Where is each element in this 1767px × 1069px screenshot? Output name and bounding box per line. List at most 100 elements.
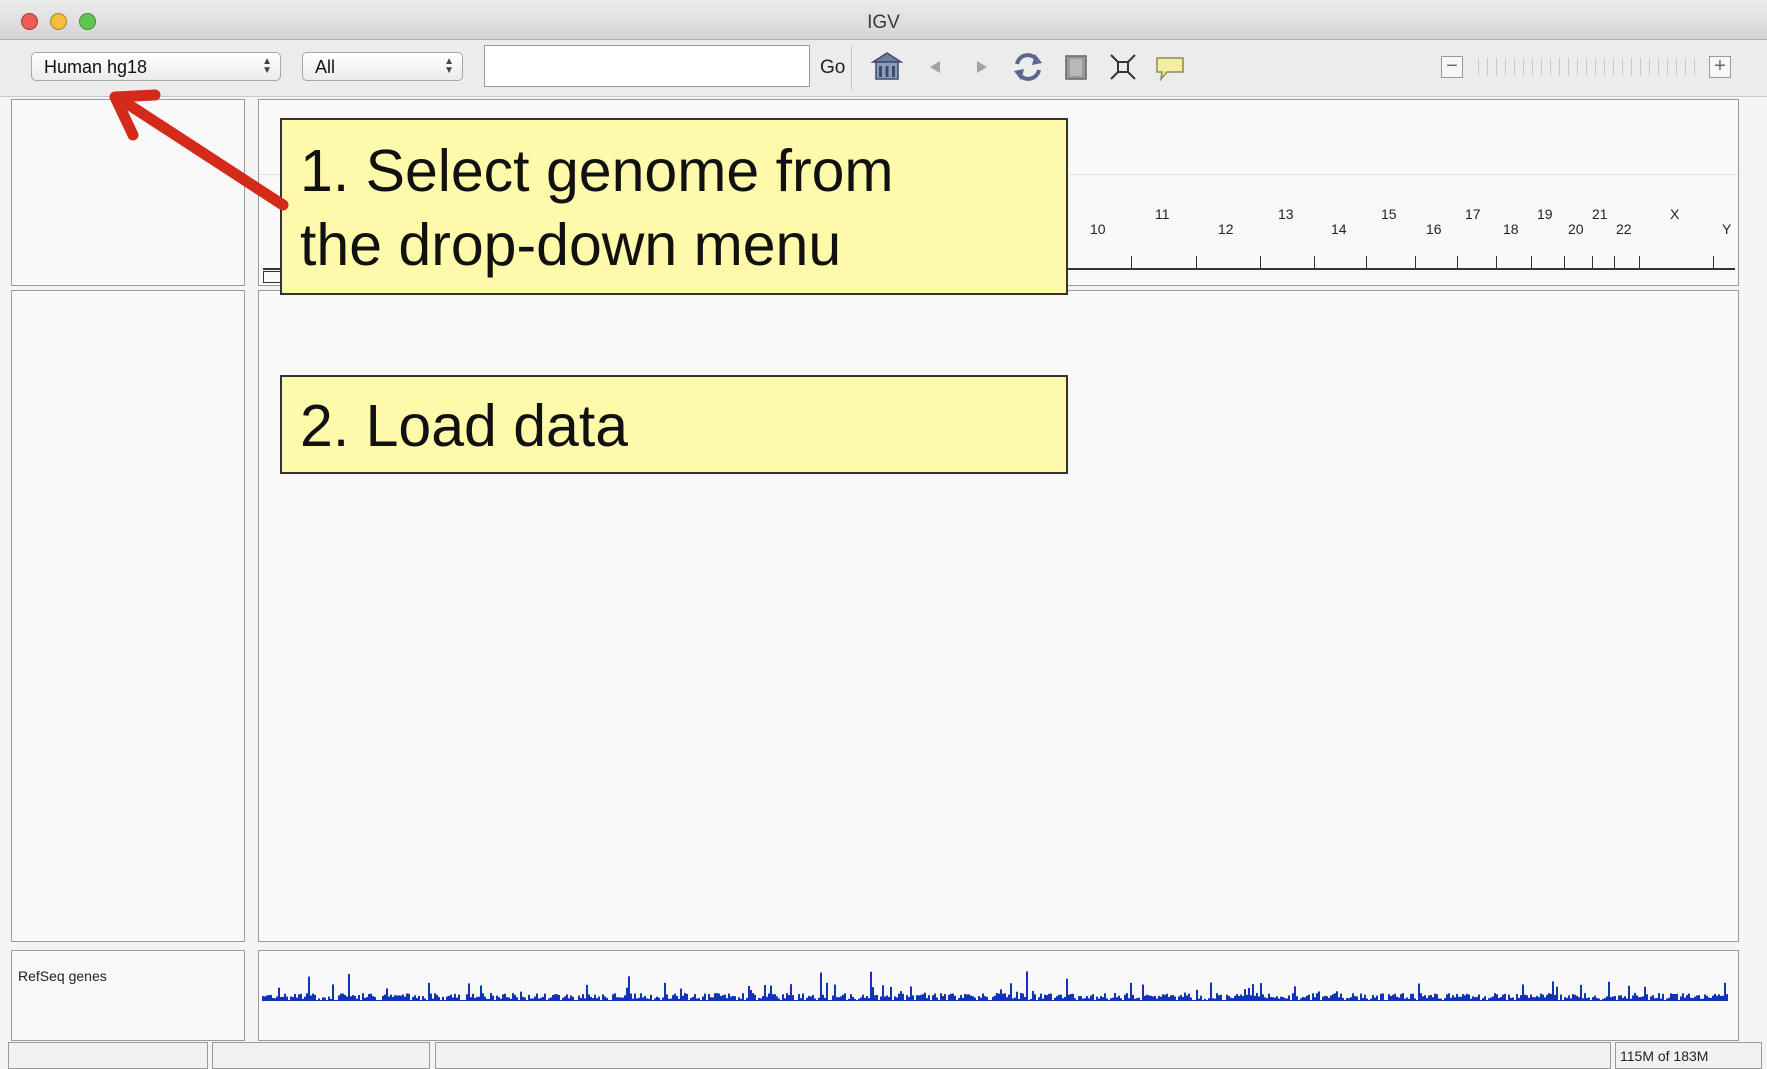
gene-density-bar: [1268, 993, 1270, 1001]
gene-density-bar: [1696, 995, 1698, 1001]
gene-density-bar: [714, 993, 716, 1001]
gene-density-bar: [958, 998, 960, 1001]
track-name-refseq[interactable]: RefSeq genes: [18, 968, 107, 984]
zoom-out-button[interactable]: −: [1441, 56, 1463, 78]
chromosome-label[interactable]: X: [1670, 206, 1679, 222]
zoom-in-button[interactable]: +: [1709, 56, 1731, 78]
region-of-interest-icon[interactable]: [1059, 50, 1093, 84]
chromosome-label[interactable]: 18: [1503, 221, 1519, 237]
gene-density-bar: [750, 990, 752, 1001]
forward-icon[interactable]: [965, 50, 999, 84]
chromosome-label[interactable]: 14: [1331, 221, 1347, 237]
gene-density-bar: [550, 997, 552, 1001]
chromosome-label[interactable]: 20: [1568, 221, 1584, 237]
chromosome-label[interactable]: 11: [1155, 206, 1170, 222]
gene-density-bar: [1584, 993, 1586, 1001]
gene-density-bar: [1406, 997, 1408, 1001]
gene-density-bar: [1180, 994, 1182, 1001]
gene-density-bar: [1356, 996, 1358, 1001]
gene-density-bar: [1062, 998, 1064, 1001]
resize-to-window-icon[interactable]: [1106, 50, 1140, 84]
chromosome-label[interactable]: 19: [1537, 206, 1553, 222]
gene-density-bar: [318, 998, 320, 1001]
gene-density-bar: [1050, 993, 1052, 1001]
gene-density-bar: [1640, 997, 1642, 1001]
chromosome-label[interactable]: 16: [1426, 221, 1442, 237]
gene-density-bar: [1274, 997, 1276, 1001]
gene-density-bar: [1302, 996, 1304, 1001]
gene-density-bar: [664, 982, 666, 1001]
gene-density-bar: [1590, 1000, 1592, 1001]
gene-density-bar: [632, 998, 634, 1001]
gene-density-bar: [752, 993, 754, 1001]
chromosome-label[interactable]: 12: [1218, 221, 1234, 237]
gene-density-bar: [1250, 995, 1252, 1001]
gene-density-bar: [1648, 1000, 1650, 1001]
gene-density-bar: [1530, 994, 1532, 1001]
gene-density-bar: [636, 998, 638, 1001]
gene-density-bar: [1334, 993, 1336, 1001]
gene-density-bar: [820, 972, 822, 1001]
gene-density-bar: [562, 997, 564, 1001]
gene-density-bar: [1520, 995, 1522, 1001]
gene-density-bar: [650, 994, 652, 1001]
gene-density-bar: [1122, 1000, 1124, 1001]
gene-density-bar: [1558, 1000, 1560, 1001]
gene-density-bar: [1686, 995, 1688, 1001]
gene-density-bar: [350, 996, 352, 1001]
gene-density-bar: [1234, 995, 1236, 1001]
gene-density-bar: [1330, 995, 1332, 1001]
gene-density-bar: [758, 997, 760, 1001]
gene-density-bar: [336, 1000, 338, 1001]
zoom-slider[interactable]: [1478, 58, 1696, 76]
gene-density-bar: [1002, 993, 1004, 1001]
gene-density-bar: [890, 986, 892, 1001]
gene-density-bar: [844, 993, 846, 1001]
gene-density-bar: [1608, 981, 1610, 1001]
gene-density-bar: [296, 997, 298, 1001]
go-button[interactable]: Go: [820, 57, 845, 79]
chromosome-label[interactable]: 22: [1616, 221, 1632, 237]
gene-density-bar: [1346, 997, 1348, 1001]
gene-density-bar: [836, 997, 838, 1001]
refresh-icon[interactable]: [1011, 50, 1045, 84]
gene-density-bar: [902, 993, 904, 1001]
gene-density-bar: [884, 996, 886, 1001]
gene-density-bar: [506, 997, 508, 1001]
gene-density-bar: [1082, 998, 1084, 1001]
gene-density-bar: [1318, 991, 1320, 1001]
chromosome-label[interactable]: 17: [1465, 206, 1481, 222]
gene-density-bar: [500, 998, 502, 1001]
chromosome-dropdown[interactable]: All ▲ ▼: [302, 52, 463, 81]
gene-density-bar: [1232, 998, 1234, 1001]
chromosome-label[interactable]: Y: [1722, 221, 1731, 237]
home-icon[interactable]: [870, 50, 904, 84]
genome-dropdown[interactable]: Human hg18 ▲ ▼: [31, 52, 281, 81]
gene-density-bar: [1694, 996, 1696, 1001]
chromosome-label[interactable]: 21: [1592, 206, 1608, 222]
gene-density-bar: [596, 998, 598, 1001]
gene-density-bar: [1600, 1000, 1602, 1001]
gene-density-bar: [448, 995, 450, 1001]
locus-search-input[interactable]: [484, 45, 810, 87]
gene-density-bar: [688, 1000, 690, 1001]
gene-density-bar: [486, 998, 488, 1001]
chromosome-label[interactable]: 10: [1090, 221, 1106, 237]
gene-density-bar: [956, 1000, 958, 1001]
toolbar-separator: [851, 46, 852, 90]
gene-density-bar: [1104, 993, 1106, 1001]
gene-density-bar: [1262, 994, 1264, 1001]
gene-density-bar: [736, 1000, 738, 1001]
gene-density-bar: [654, 998, 656, 1001]
chromosome-label[interactable]: 13: [1278, 206, 1294, 222]
gene-density-bar: [864, 997, 866, 1001]
gene-density-bar: [1450, 997, 1452, 1001]
gene-density-bar: [1402, 993, 1404, 1001]
back-icon[interactable]: [918, 50, 952, 84]
gene-density-bar: [380, 1000, 382, 1001]
gene-density-bar: [826, 982, 828, 1001]
gene-density-bar: [588, 994, 590, 1001]
chromosome-label[interactable]: 15: [1381, 206, 1397, 222]
memory-status-text: 115M of 183M: [1620, 1048, 1709, 1064]
popup-info-icon[interactable]: [1153, 50, 1187, 84]
